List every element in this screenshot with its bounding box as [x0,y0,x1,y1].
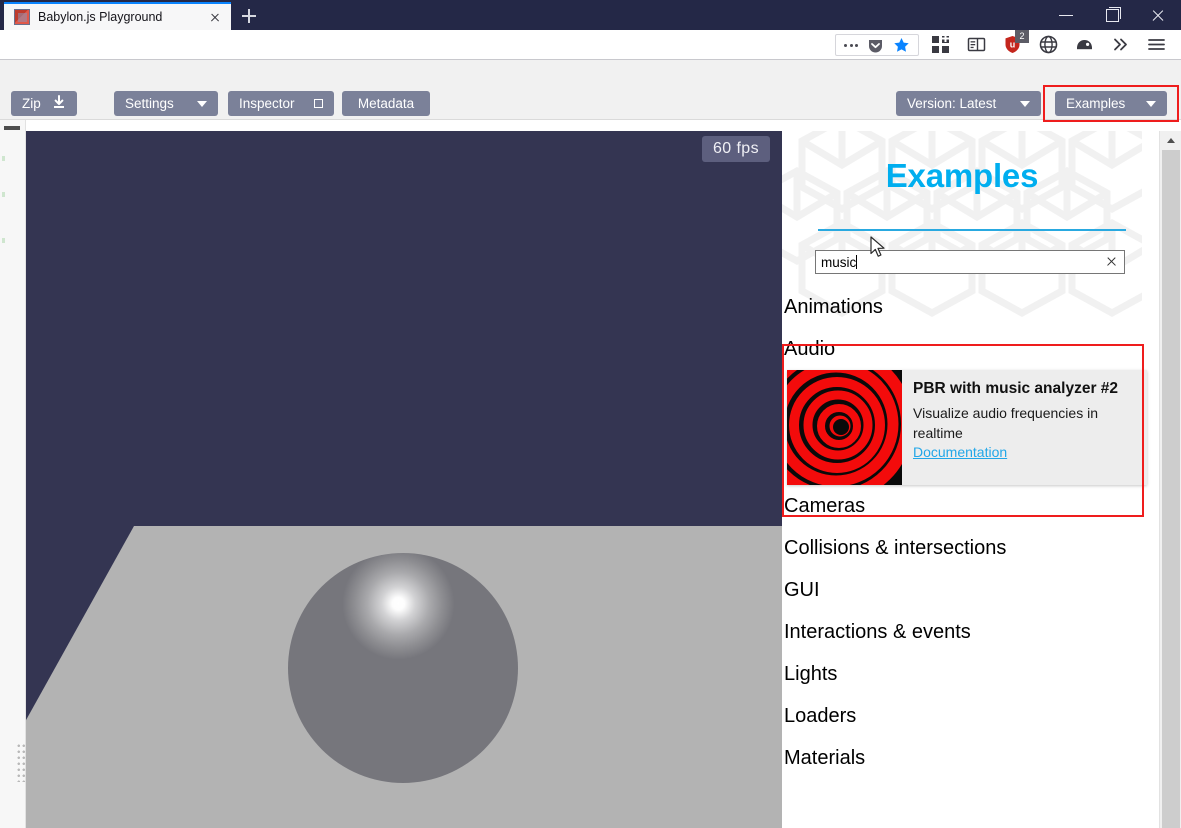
category-loaders[interactable]: Loaders [782,695,1159,737]
category-title[interactable]: Loaders [782,695,1159,737]
red-concentric-rings-thumbnail [787,370,902,485]
category-collisions-intersections[interactable]: Collisions & intersections [782,527,1159,569]
zip-button-label: Zip [22,96,41,111]
category-audio[interactable]: Audio PBR with music analyzer #2 Visuali… [782,328,1159,485]
code-editor-pane[interactable] [0,120,26,828]
globe-icon[interactable] [1039,35,1059,55]
babylon-render-canvas[interactable]: 60 fps [26,131,782,828]
fps-counter: 60 fps [702,136,770,162]
download-icon [52,95,66,112]
examples-panel: Examples music Animations Audio PBR with… [782,131,1181,828]
category-materials[interactable]: Materials [782,737,1159,779]
apps-grid-icon[interactable] [931,35,951,55]
settings-button[interactable]: Settings [114,91,218,116]
restore-icon[interactable] [1089,0,1135,30]
hamburger-menu-icon[interactable] [1147,35,1167,55]
babylon-logo-icon [14,9,30,25]
examples-scroll-area[interactable]: Examples music Animations Audio PBR with… [782,131,1159,828]
metadata-button[interactable]: Metadata [342,91,430,116]
code-tick [2,238,5,243]
category-title[interactable]: Lights [782,653,1159,695]
category-title[interactable]: Materials [782,737,1159,779]
zip-button[interactable]: Zip [11,91,77,116]
settings-button-label: Settings [125,96,174,111]
version-button[interactable]: Version: Latest [896,91,1041,116]
page-title: Examples [885,157,1039,194]
mail-icon[interactable] [1075,35,1095,55]
pocket-icon[interactable] [867,37,884,54]
browser-tab[interactable]: Babylon.js Playground [4,2,231,30]
examples-button-label: Examples [1066,96,1126,111]
chevron-down-icon [197,100,207,107]
inspector-button-label: Inspector [239,96,295,111]
version-button-label: Version: Latest [907,96,997,111]
category-cameras[interactable]: Cameras [782,485,1159,527]
scene-sphere [288,553,518,783]
new-tab-button[interactable] [236,4,262,28]
panel-scrollbar[interactable] [1159,131,1181,828]
code-tick [2,156,5,161]
tab-title: Babylon.js Playground [38,10,163,24]
square-toggle-icon [314,99,323,108]
inspector-button[interactable]: Inspector [228,91,334,116]
metadata-button-label: Metadata [357,96,415,111]
chevron-down-icon [1020,100,1030,107]
code-tick [2,192,5,197]
documentation-link[interactable]: Documentation [913,444,1007,460]
chevrons-right-icon[interactable] [1111,35,1131,55]
category-title[interactable]: Animations [782,286,1159,328]
reader-view-icon[interactable] [967,35,987,55]
ublock-origin-icon[interactable]: u 2 [1003,30,1029,55]
category-title[interactable]: GUI [782,569,1159,611]
bookmark-star-icon[interactable] [893,37,910,54]
chevron-down-icon [1146,100,1156,107]
close-window-icon[interactable] [1135,0,1181,30]
category-animations[interactable]: Animations [782,286,1159,328]
search-input[interactable]: music [815,250,1125,274]
overflow-menu-icon[interactable] [844,43,858,47]
scroll-up-arrow-icon[interactable] [1160,131,1181,148]
pane-resizer-handle[interactable] [17,744,26,782]
example-description: Visualize audio frequencies in realtime [913,405,1098,441]
mouse-cursor [870,236,885,257]
examples-button[interactable]: Examples [1055,91,1167,116]
extension-icons: u 2 [931,30,1167,56]
category-gui[interactable]: GUI [782,569,1159,611]
heading-divider [818,229,1126,231]
ublock-badge-count: 2 [1015,30,1029,43]
category-title[interactable]: Audio [782,328,1159,370]
example-info: PBR with music analyzer #2 Visualize aud… [902,370,1147,485]
category-title[interactable]: Collisions & intersections [782,527,1159,569]
search-input-value: music [816,254,1098,270]
close-tab-icon[interactable] [205,7,225,27]
category-interactions-events[interactable]: Interactions & events [782,611,1159,653]
scrollbar-thumb[interactable] [1162,150,1180,828]
category-title[interactable]: Cameras [782,485,1159,527]
clear-search-icon[interactable] [1098,251,1124,273]
category-list: Animations Audio PBR with music analyzer… [782,286,1159,779]
code-line-marker [4,126,20,130]
category-title[interactable]: Interactions & events [782,611,1159,653]
minimize-icon[interactable] [1043,0,1089,30]
example-card[interactable]: PBR with music analyzer #2 Visualize aud… [787,370,1147,485]
browser-titlebar: Babylon.js Playground [0,0,1181,30]
browser-toolbar: u 2 [0,30,1181,60]
search-text: music [821,254,857,270]
example-title: PBR with music analyzer #2 [913,380,1119,397]
category-lights[interactable]: Lights [782,653,1159,695]
urlbar-actions-group [835,34,919,56]
text-caret [856,254,858,269]
window-controls [1043,0,1181,30]
